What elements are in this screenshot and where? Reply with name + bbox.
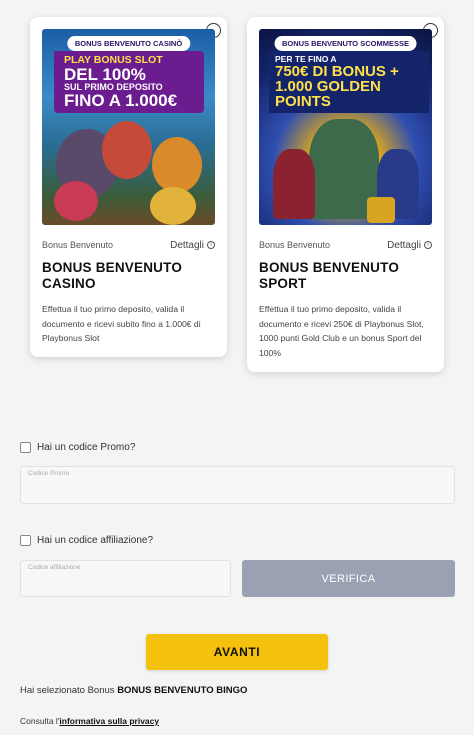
details-label: Dettagli [387, 239, 421, 251]
bonus-card-sport[interactable]: BONUS BENVENUTO SCOMMESSE PER TE FINO A … [247, 17, 444, 372]
selected-bonus-text: Hai selezionato Bonus BONUS BENVENUTO BI… [20, 685, 247, 696]
casino-banner-line1: PLAY BONUS SLOT [64, 54, 163, 66]
sport-banner-image: BONUS BENVENUTO SCOMMESSE PER TE FINO A … [259, 29, 432, 225]
character-art [152, 137, 202, 193]
card-description: Effettua il tuo primo deposito, valida i… [259, 303, 424, 358]
card-title: BONUS BENVENUTO SPORT [259, 260, 400, 292]
info-icon: i [424, 241, 432, 249]
details-link[interactable]: Dettagli i [170, 240, 215, 251]
details-link[interactable]: Dettagli i [387, 240, 432, 251]
selected-bonus-value: BONUS BENVENUTO BINGO [117, 685, 248, 696]
promo-code-placeholder: Codice Promo [28, 470, 70, 477]
promo-checkbox[interactable] [20, 442, 31, 453]
card-kind: Bonus Benvenuto [42, 240, 114, 250]
next-button[interactable]: AVANTI [146, 634, 328, 670]
info-icon: i [207, 241, 215, 249]
bonus-card-casino[interactable]: BONUS BENVENUTO CASINÒ PLAY BONUS SLOT D… [30, 17, 227, 357]
selected-bonus-prefix: Hai selezionato Bonus [20, 685, 115, 696]
affiliation-code-placeholder: Codice affiliazione [28, 564, 81, 571]
casino-banner-line4: FINO A 1.000€ [64, 90, 178, 110]
player-art [273, 149, 315, 219]
coin-art [150, 187, 196, 225]
shield-art [367, 197, 395, 223]
mascot-art [54, 181, 98, 221]
verify-button[interactable]: VERIFICA [242, 560, 455, 597]
sport-banner-headline: PER TE FINO A 750€ DI BONUS + 1.000 GOLD… [269, 51, 429, 113]
promo-code-input[interactable]: Codice Promo [20, 466, 455, 504]
casino-banner-headline: PLAY BONUS SLOT DEL 100% SUL PRIMO DEPOS… [54, 51, 204, 113]
character-art [102, 121, 152, 179]
sport-banner-line3: 1.000 GOLDEN POINTS [275, 77, 381, 110]
casino-banner-line2: DEL 100% [64, 64, 146, 84]
details-label: Dettagli [170, 239, 204, 251]
casino-banner-image: BONUS BENVENUTO CASINÒ PLAY BONUS SLOT D… [42, 29, 215, 225]
privacy-note: Consulta l'informativa sulla privacy [20, 716, 159, 726]
privacy-link[interactable]: informativa sulla privacy [59, 716, 159, 726]
sport-banner-line2: 750€ DI BONUS + [275, 62, 399, 80]
privacy-prefix: Consulta l' [20, 716, 60, 726]
affiliation-code-input[interactable]: Codice affiliazione [20, 560, 231, 597]
casino-banner-tag: BONUS BENVENUTO CASINÒ [66, 36, 191, 51]
promo-checkbox-label: Hai un codice Promo? [37, 442, 136, 453]
card-kind: Bonus Benvenuto [259, 240, 331, 250]
sport-banner-tag: BONUS BENVENUTO SCOMMESSE [274, 36, 417, 51]
card-title: BONUS BENVENUTO CASINO [42, 260, 183, 292]
affiliation-checkbox-label: Hai un codice affiliazione? [37, 535, 154, 546]
affiliation-checkbox[interactable] [20, 535, 31, 546]
affiliation-checkbox-row[interactable]: Hai un codice affiliazione? [20, 535, 153, 546]
card-description: Effettua il tuo primo deposito, valida i… [42, 303, 201, 344]
promo-checkbox-row[interactable]: Hai un codice Promo? [20, 442, 135, 453]
